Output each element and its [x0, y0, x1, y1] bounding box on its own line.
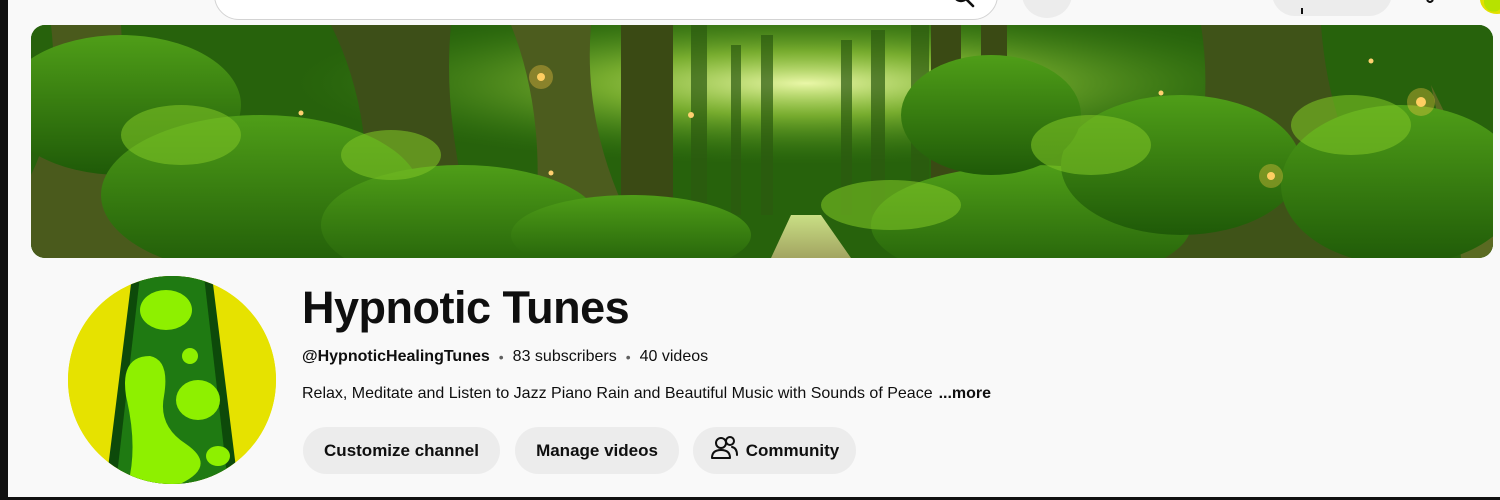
channel-meta: @HypnoticHealingTunes • 83 subscribers •…	[302, 348, 708, 366]
manage-videos-button[interactable]: Manage videos	[515, 427, 679, 474]
channel-avatar[interactable]	[68, 276, 276, 484]
customize-channel-label: Customize channel	[324, 440, 479, 460]
create-button[interactable]	[1272, 0, 1392, 16]
search-icon[interactable]	[952, 0, 976, 10]
notifications-bell-icon[interactable]	[1418, 0, 1442, 6]
account-avatar[interactable]	[1480, 0, 1500, 14]
lava-lamp-logo	[68, 276, 276, 484]
channel-name: Hypnotic Tunes	[302, 282, 630, 333]
customize-channel-button[interactable]: Customize channel	[303, 427, 500, 474]
community-label: Community	[745, 440, 840, 460]
video-count: 40 videos	[639, 348, 709, 365]
manage-videos-label: Manage videos	[536, 440, 658, 460]
voice-search-button[interactable]	[1022, 0, 1072, 18]
separator-dot: •	[625, 349, 631, 365]
description-text: Relax, Meditate and Listen to Jazz Piano…	[302, 385, 933, 402]
subscriber-count: 83 subscribers	[512, 348, 617, 365]
forest-banner-image	[31, 25, 1493, 258]
channel-description[interactable]: Relax, Meditate and Listen to Jazz Piano…	[302, 385, 991, 403]
channel-handle[interactable]: @HypnoticHealingTunes	[302, 348, 490, 366]
community-button[interactable]: Community	[693, 427, 856, 474]
channel-page: Hypnotic Tunes @HypnoticHealingTunes • 8…	[8, 0, 1500, 497]
community-icon	[710, 435, 738, 466]
more-link[interactable]: ...more	[939, 385, 991, 402]
separator-dot: •	[498, 349, 504, 365]
channel-banner	[31, 25, 1493, 258]
search-input[interactable]	[214, 0, 998, 20]
